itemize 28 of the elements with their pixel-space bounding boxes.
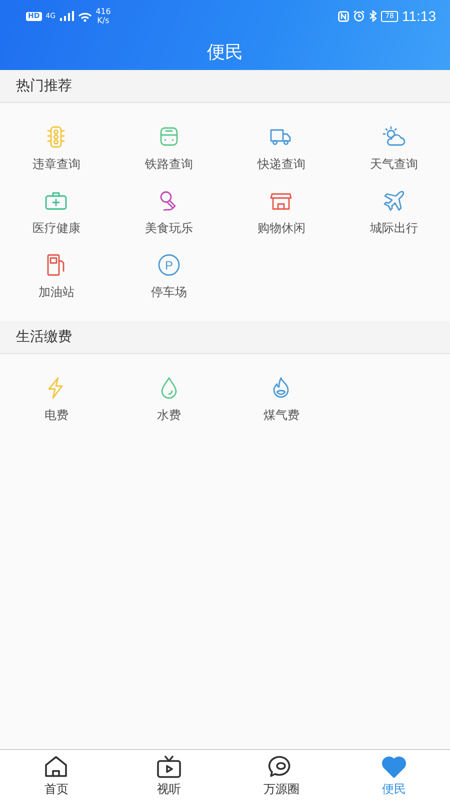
service-item[interactable]: P 停车场 — [150, 253, 187, 301]
speed-unit: K/s — [97, 16, 110, 25]
tv-icon — [156, 755, 182, 779]
service-item[interactable]: 水费 — [156, 376, 181, 424]
service-item[interactable]: 购物休闲 — [257, 189, 306, 237]
home-icon — [43, 755, 70, 779]
nfc-icon — [338, 10, 350, 22]
service-item[interactable]: 煤气费 — [263, 376, 300, 424]
service-item[interactable]: 快递查询 — [257, 125, 306, 173]
service-item[interactable]: 美食玩乐 — [144, 189, 193, 237]
parking-icon: P — [156, 253, 181, 277]
service-item[interactable]: 铁路查询 — [144, 125, 193, 173]
service-item[interactable]: 医疗健康 — [32, 189, 80, 237]
service-item[interactable]: 城际出行 — [370, 189, 418, 237]
section-header: 热门推荐 — [0, 70, 450, 103]
speed-value: 416 — [96, 7, 111, 16]
service-item[interactable]: 电费 — [44, 376, 68, 424]
page-title: 便民 — [206, 41, 244, 64]
service-item[interactable]: 天气查询 — [370, 125, 418, 173]
service-item[interactable]: 加油站 — [38, 253, 74, 301]
service-item[interactable]: 违章查询 — [32, 125, 80, 173]
alarm-icon — [353, 10, 366, 22]
bluetooth-icon — [369, 10, 378, 22]
clock-time: 11:13 — [402, 8, 436, 24]
heart-icon — [380, 755, 407, 779]
section-header: 生活缴费 — [0, 321, 450, 354]
signal-icon — [60, 11, 74, 21]
wifi-icon — [78, 10, 92, 22]
